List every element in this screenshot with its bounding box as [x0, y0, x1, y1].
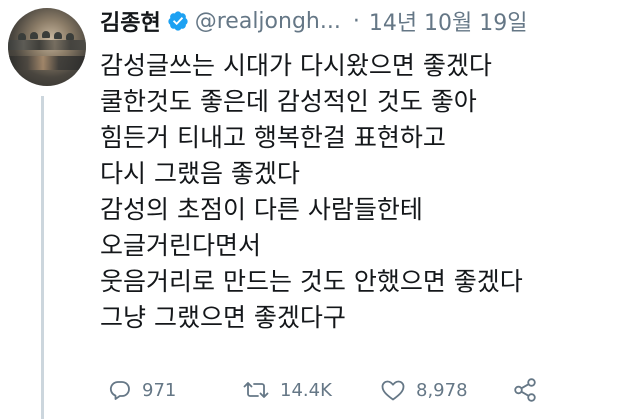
- like-count: 8,978: [416, 379, 468, 401]
- tweet-date[interactable]: 14년 10월 19일: [369, 5, 528, 37]
- tweet-text: 감성글쓰는 시대가 다시왔으면 좋겠다 쿨한것도 좋은데 감성적인 것도 좋아 …: [100, 48, 630, 336]
- author-handle[interactable]: @realjongh...: [195, 9, 341, 34]
- avatar-column: [8, 8, 88, 86]
- tweet-text-line: 웃음거리로 만드는 것도 안했으면 좋겠다: [100, 267, 523, 296]
- retweet-count: 14.4K: [280, 379, 332, 401]
- tweet-text-line: 쿨한것도 좋은데 감성적인 것도 좋아: [100, 87, 477, 116]
- tweet-header: 김종현 @realjongh... · 14년 10월 19일: [100, 5, 528, 37]
- tweet-text-line: 감성글쓰는 시대가 다시왔으면 좋겠다: [100, 51, 492, 80]
- tweet-text-line: 힘든거 티내고 행복한걸 표현하고: [100, 123, 446, 152]
- heart-icon: [381, 380, 405, 401]
- tweet: 김종현 @realjongh... · 14년 10월 19일 감성글쓰는 시대…: [0, 0, 640, 419]
- reply-count: 971: [142, 379, 177, 401]
- tweet-text-line: 감성의 초점이 다른 사람들한테: [100, 195, 423, 224]
- tweet-text-line: 그냥 그랬으면 좋겠다구: [100, 303, 346, 332]
- avatar[interactable]: [8, 8, 86, 86]
- tweet-actions: 971 14.4K 8,978: [100, 372, 640, 408]
- tweet-text-line: 다시 그랬음 좋겠다: [100, 159, 300, 188]
- like-button[interactable]: 8,978: [380, 372, 468, 408]
- share-icon: [514, 378, 536, 402]
- retweet-icon: [243, 382, 269, 398]
- thread-line: [41, 96, 44, 419]
- retweet-button[interactable]: 14.4K: [242, 372, 332, 408]
- author-display-name[interactable]: 김종현: [100, 5, 161, 37]
- reply-icon: [109, 381, 130, 400]
- reply-button[interactable]: 971: [108, 372, 176, 408]
- header-separator: ·: [352, 8, 360, 34]
- share-button[interactable]: [512, 372, 548, 408]
- tweet-text-line: 오글거린다면서: [100, 231, 262, 260]
- verified-badge-icon: [167, 10, 189, 32]
